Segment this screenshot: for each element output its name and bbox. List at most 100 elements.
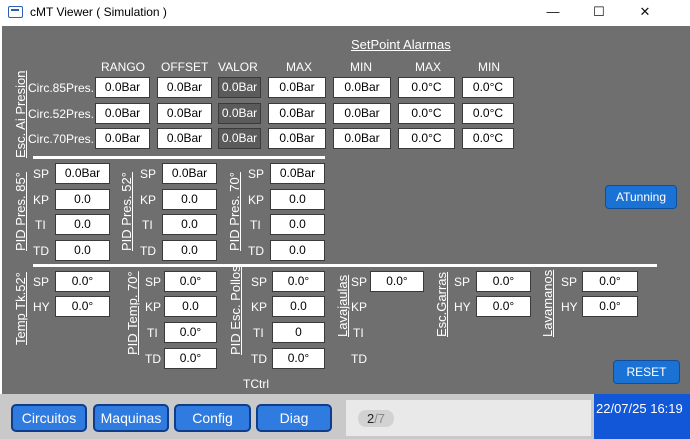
garras-hy-field[interactable]: 0.0° [476, 296, 531, 317]
max-circ85-field[interactable]: 0.0Bar [268, 77, 326, 98]
reset-button[interactable]: RESET [613, 360, 680, 384]
pid85-td-field[interactable]: 0.0 [55, 240, 110, 261]
lavam-sp-label: SP [561, 275, 578, 289]
max-circ70-field[interactable]: 0.0Bar [268, 128, 326, 149]
pidt70-ti-field[interactable]: 0.0° [164, 322, 217, 343]
valor-circ85-display: 0.0Bar [218, 77, 261, 98]
pidep-ti-field[interactable]: 0 [272, 322, 325, 343]
valor-circ52-display: 0.0Bar [218, 103, 261, 124]
garras-hy-label: HY [454, 300, 471, 314]
rango-circ52-field[interactable]: 0.0Bar [95, 103, 150, 124]
pidt70-td-label: TD [145, 352, 161, 366]
pid52-sp-label: SP [140, 167, 157, 181]
pid52-td-label: TD [140, 244, 156, 258]
header-max-temp: MAX [415, 60, 442, 74]
max-circ52-field[interactable]: 0.0Bar [268, 103, 326, 124]
nav-diag-button[interactable]: Diag [256, 404, 332, 432]
esc-ai-presion-label: Esc. Ai Presion [13, 70, 28, 158]
pid52-kp-label: KP [140, 193, 157, 207]
temp-tk52-label: Temp Tk.52° [13, 272, 28, 345]
tk52-hy-field[interactable]: 0.0° [55, 296, 110, 317]
row-label-circ70: Circ.70Pres. [28, 132, 95, 146]
mintemp-circ70-field[interactable]: 0.0°C [462, 128, 514, 149]
rango-circ85-field[interactable]: 0.0Bar [95, 77, 150, 98]
close-button[interactable]: ✕ [622, 0, 668, 26]
nav-config-button[interactable]: Config [174, 404, 251, 432]
lavajaulas-label: Lavajaulas [335, 274, 350, 337]
page-indicator[interactable]: 2/7 [358, 410, 394, 427]
lavaj-ti-label: TI [353, 326, 364, 340]
pid-temp-70-label: PID Temp. 70° [125, 271, 140, 355]
page-total: /7 [374, 411, 386, 426]
pid-esc-pollos-label: PID Esc. Pollos [228, 265, 243, 355]
offset-circ85-field[interactable]: 0.0Bar [157, 77, 212, 98]
hmi-screen: SetPoint Alarmas Esc. Ai Presion RANGO O… [2, 26, 690, 394]
lavam-sp-field[interactable]: 0.0° [582, 271, 638, 292]
pid52-sp-field[interactable]: 0.0Bar [162, 163, 217, 184]
tk52-sp-label: SP [33, 275, 50, 289]
pid85-sp-field[interactable]: 0.0Bar [55, 163, 110, 184]
pid70-sp-label: SP [248, 167, 265, 181]
pidt70-sp-label: SP [145, 275, 162, 289]
tctrl-label: TCtrl [243, 377, 269, 391]
mintemp-circ85-field[interactable]: 0.0°C [462, 77, 514, 98]
pid-pres-85-label: PID Pres. 85° [13, 172, 28, 251]
maxtemp-circ85-field[interactable]: 0.0°C [398, 77, 455, 98]
pidep-sp-label: SP [251, 275, 268, 289]
min-circ70-field[interactable]: 0.0Bar [333, 128, 391, 149]
garras-sp-field[interactable]: 0.0° [476, 271, 531, 292]
nav-circuitos-button[interactable]: Circuitos [11, 404, 87, 432]
app-icon [8, 6, 23, 18]
pid-pres-52-label: PID Pres. 52° [119, 172, 134, 251]
pidep-sp-field[interactable]: 0.0° [272, 271, 325, 292]
lavaj-sp-label: SP [351, 275, 368, 289]
pid70-ti-field[interactable]: 0.0 [270, 214, 325, 235]
pidt70-ti-label: TI [147, 326, 158, 340]
pid85-ti-field[interactable]: 0.0 [55, 214, 110, 235]
bottom-nav-bar: Circuitos Maquinas Config Diag 2/7 22/07… [0, 394, 690, 439]
header-min-temp: MIN [478, 60, 500, 74]
nav-maquinas-button[interactable]: Maquinas [93, 404, 169, 432]
pidep-kp-field[interactable]: 0.0 [272, 296, 325, 317]
pidt70-kp-field[interactable]: 0.0 [164, 296, 217, 317]
pid70-td-field[interactable]: 0.0 [270, 240, 325, 261]
clock-display: 22/07/25 16:19 [594, 394, 690, 439]
valor-circ70-display: 0.0Bar [218, 128, 261, 149]
pid85-kp-label: KP [33, 193, 50, 207]
pid70-ti-label: TI [250, 218, 261, 232]
mintemp-circ52-field[interactable]: 0.0°C [462, 103, 514, 124]
pid70-sp-field[interactable]: 0.0Bar [270, 163, 325, 184]
pid-pres-70-label: PID Pres. 70° [227, 172, 242, 251]
divider-temperature [33, 264, 657, 267]
lavaj-sp-field[interactable]: 0.0° [370, 271, 424, 292]
min-circ85-field[interactable]: 0.0Bar [333, 77, 391, 98]
lavam-hy-field[interactable]: 0.0° [582, 296, 638, 317]
maximize-button[interactable]: ☐ [576, 0, 622, 26]
lavamanos-label: Lavamanos [540, 269, 555, 337]
row-label-circ85: Circ.85Pres. [28, 81, 95, 95]
pid85-kp-field[interactable]: 0.0 [55, 189, 110, 210]
pid52-td-field[interactable]: 0.0 [162, 240, 217, 261]
minimize-button[interactable]: — [530, 0, 576, 26]
atunning-button[interactable]: ATunning [605, 185, 677, 209]
pidt70-td-field[interactable]: 0.0° [164, 348, 217, 369]
pidep-td-label: TD [251, 352, 267, 366]
pid85-td-label: TD [33, 244, 49, 258]
tk52-sp-field[interactable]: 0.0° [55, 271, 110, 292]
header-offset: OFFSET [161, 60, 209, 74]
pid52-ti-field[interactable]: 0.0 [162, 214, 217, 235]
offset-circ70-field[interactable]: 0.0Bar [157, 128, 212, 149]
pid52-kp-field[interactable]: 0.0 [162, 189, 217, 210]
offset-circ52-field[interactable]: 0.0Bar [157, 103, 212, 124]
header-valor: VALOR [218, 60, 258, 74]
maxtemp-circ52-field[interactable]: 0.0°C [398, 103, 455, 124]
page-area: 2/7 [346, 400, 591, 436]
pidt70-sp-field[interactable]: 0.0° [164, 271, 217, 292]
window-titlebar: cMT Viewer ( Simulation ) — ☐ ✕ [0, 0, 690, 26]
pid70-kp-field[interactable]: 0.0 [270, 189, 325, 210]
rango-circ70-field[interactable]: 0.0Bar [95, 128, 150, 149]
maxtemp-circ70-field[interactable]: 0.0°C [398, 128, 455, 149]
garras-sp-label: SP [454, 275, 471, 289]
pidep-td-field[interactable]: 0.0° [272, 348, 325, 369]
min-circ52-field[interactable]: 0.0Bar [333, 103, 391, 124]
